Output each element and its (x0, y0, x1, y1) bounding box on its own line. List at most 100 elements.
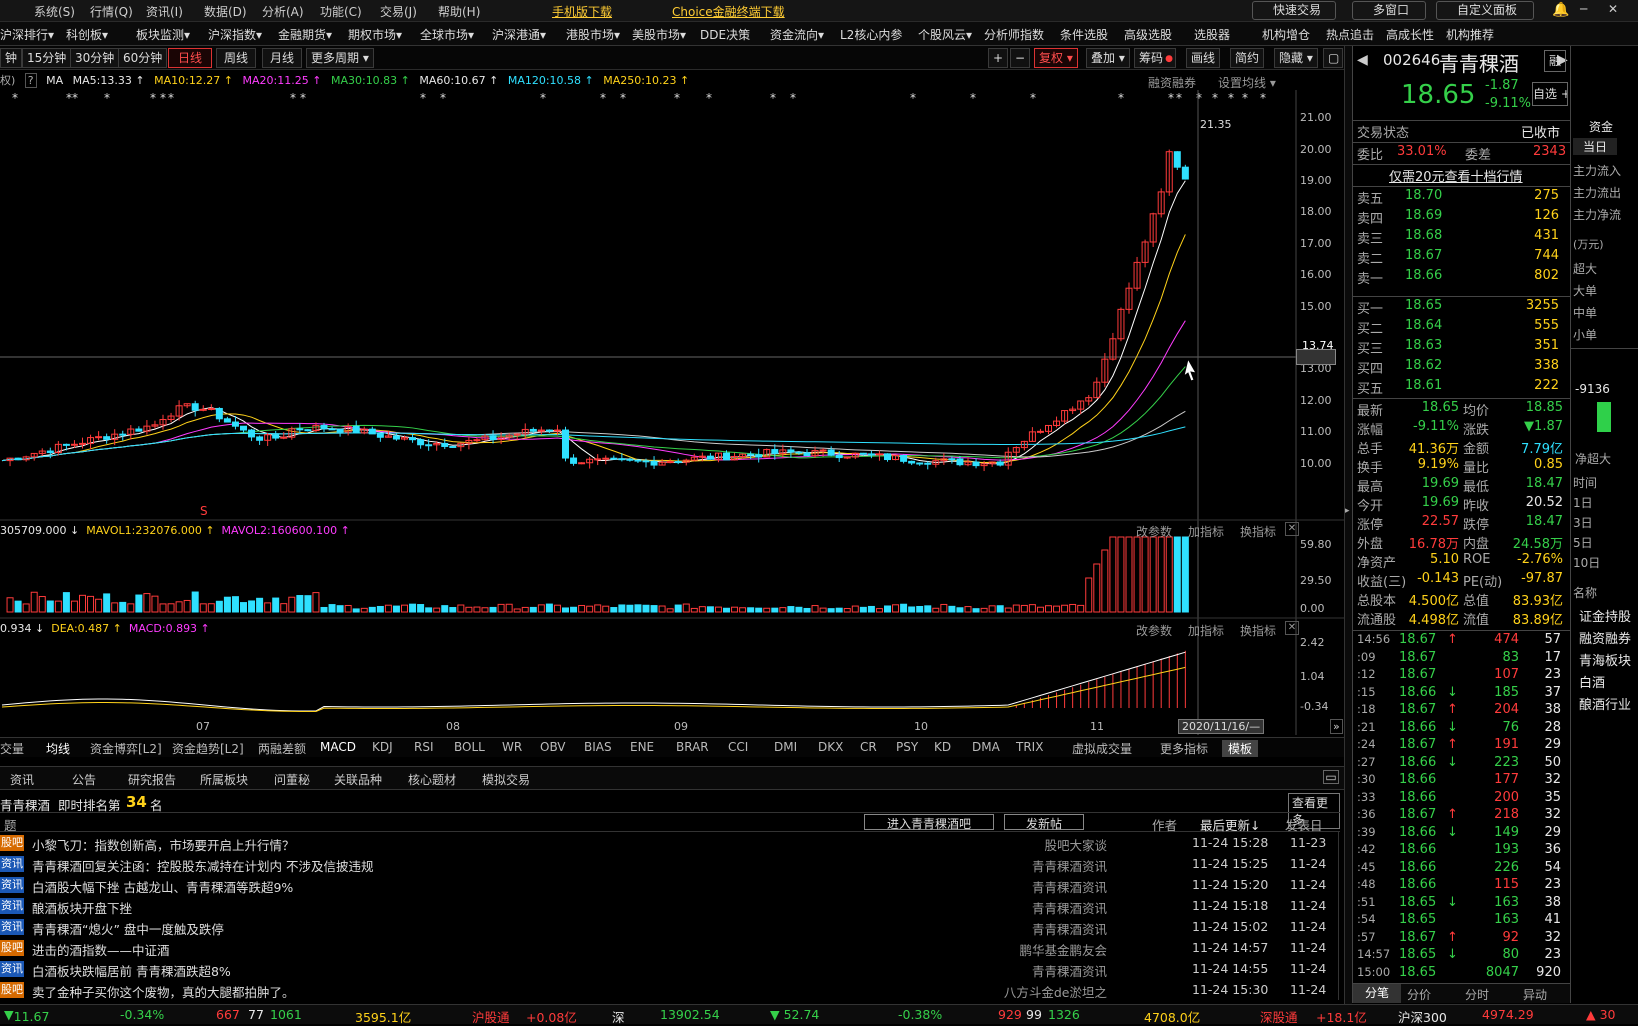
prev-stock-icon[interactable]: ◀ (1357, 52, 1368, 68)
indicator-tab[interactable]: MACD (320, 740, 356, 754)
nav-item[interactable]: 科创板▾ (66, 26, 108, 43)
nav-item[interactable]: 机构增仓 (1262, 26, 1310, 43)
add-watchlist-button[interactable]: 自选 + (1532, 82, 1568, 106)
menu-data[interactable]: 数据(D) (204, 3, 247, 20)
mobile-download-link[interactable]: 手机版下载 (552, 3, 612, 20)
sector-item[interactable]: 酿酒行业 (1579, 694, 1631, 713)
menu-function[interactable]: 功能(C) (320, 3, 362, 20)
sector-item[interactable]: 证金持股 (1579, 606, 1631, 625)
indicator-tab[interactable]: WR (502, 740, 522, 754)
nav-item[interactable]: 条件选股 (1060, 26, 1108, 43)
news-row[interactable]: 股吧 卖了金种子买你这个废物，真的大腿都拍肿了。 八方斗金de淤坦之 11-24 15… (0, 980, 1335, 1001)
ten-level-link[interactable]: 仅需20元查看十档行情 (1389, 166, 1523, 185)
nav-item[interactable]: 个股风云▾ (918, 26, 972, 43)
indicator-tab[interactable]: ENE (630, 740, 654, 754)
indicator-tab[interactable]: PSY (896, 740, 918, 754)
news-title[interactable]: 小黎飞刀：指数创新高，市场要开启上升行情？ (32, 835, 295, 854)
col-author[interactable]: 作者 (1152, 815, 1177, 834)
news-row[interactable]: 资讯 青青稞酒“熄火” 盘中一度触及跌停 青青稞酒资讯 11-24 15:02 11-2… (0, 917, 1335, 938)
news-title[interactable]: 进击的酒指数——中证酒 (32, 940, 170, 959)
menu-help[interactable]: 帮助(H) (438, 3, 480, 20)
choice-download-link[interactable]: Choice金融终端下载 (672, 3, 785, 20)
indicator-tab[interactable]: 虚拟成交量 (1072, 740, 1132, 757)
info-tab[interactable]: 核心题材 (408, 771, 456, 788)
indicator-tab[interactable]: 资金趋势[L2] (172, 740, 244, 757)
draw-line-button[interactable]: 画线 (1186, 48, 1221, 68)
indicator-tab[interactable]: 更多指标 (1160, 740, 1208, 757)
news-row[interactable]: 资讯 白酒股大幅下挫 古越龙山、青青稞酒等跌超9% 青青稞酒资讯 11-24 15:2… (0, 875, 1335, 896)
overlay-button[interactable]: 叠加 ▾ (1086, 48, 1130, 68)
news-row[interactable]: 资讯 酿酒板块开盘下挫 青青稞酒资讯 11-24 15:18 11-24 (0, 896, 1335, 917)
menu-quote[interactable]: 行情(Q) (90, 3, 133, 20)
news-row[interactable]: 资讯 白酒板块跌幅居前 青青稞酒跌超8% 青青稞酒资讯 11-24 14:55 11-2… (0, 959, 1335, 980)
close-icon[interactable]: ✕ (1608, 2, 1618, 16)
collapse-arrow-icon[interactable]: ▸ (1345, 506, 1350, 516)
hide-button[interactable]: 隐藏 ▾ (1274, 48, 1318, 68)
quick-trade-button[interactable]: 快速交易 (1252, 1, 1336, 20)
indicator-tab[interactable]: DKX (818, 740, 843, 754)
indicator-tab[interactable]: RSI (414, 740, 434, 754)
menu-analysis[interactable]: 分析(A) (262, 3, 304, 20)
info-tab[interactable]: 所属板块 (200, 771, 248, 788)
nav-item[interactable]: 期权市场▾ (348, 26, 402, 43)
chips-button[interactable]: 筹码 ● (1134, 48, 1177, 68)
nav-item[interactable]: 分析师指数 (984, 26, 1044, 43)
news-title[interactable]: 白酒板块跌幅居前 青青稞酒跌超8% (32, 961, 231, 980)
nav-item[interactable]: 沪深港通▾ (492, 26, 546, 43)
nav-item[interactable]: 全球市场▾ (420, 26, 474, 43)
scroll-right-icon[interactable]: » (1330, 719, 1343, 734)
custom-panel-button[interactable]: 自定义面板 (1436, 1, 1534, 20)
indicator-tab[interactable]: BRAR (676, 740, 709, 754)
nav-item[interactable]: 金融期货▾ (278, 26, 332, 43)
tab-fenjia[interactable]: 分价 (1407, 986, 1431, 1003)
indicator-tab[interactable]: 交量 (0, 740, 24, 757)
indicator-tab[interactable]: KDJ (372, 740, 393, 754)
col-last-update[interactable]: 最后更新↓ (1200, 815, 1260, 834)
margin-badge[interactable]: 融 (1544, 50, 1566, 72)
menu-trade[interactable]: 交易(J) (380, 3, 417, 20)
menu-system[interactable]: 系统(S) (34, 3, 75, 20)
info-tab[interactable]: 公告 (72, 771, 96, 788)
indicator-tab[interactable]: 两融差额 (258, 740, 306, 757)
nav-item[interactable]: 选股器 (1194, 26, 1230, 43)
menu-info[interactable]: 资讯(I) (146, 3, 183, 20)
restore-rights-button[interactable]: 复权 ▾ (1034, 48, 1078, 68)
nav-item[interactable]: 资金流向▾ (770, 26, 824, 43)
news-title[interactable]: 白酒股大幅下挫 古越龙山、青青稞酒等跌超9% (32, 877, 293, 896)
minimize-icon[interactable]: ─ (1580, 2, 1587, 16)
multi-window-button[interactable]: 多窗口 (1352, 1, 1426, 20)
simple-button[interactable]: 简约 (1230, 48, 1265, 68)
nav-item[interactable]: 板块监测▾ (136, 26, 190, 43)
tab-fund[interactable]: 资金 (1589, 118, 1613, 135)
indicator-tab[interactable]: 资金博弈[L2] (90, 740, 162, 757)
news-title[interactable]: 卖了金种子买你这个废物，真的大腿都拍肿了。 (32, 982, 295, 1001)
panel-splitter[interactable]: ▸ (1344, 46, 1352, 1004)
news-row[interactable]: 股吧 小黎飞刀：指数创新高，市场要开启上升行情？ 股吧大家谈 11-24 15:28 1… (0, 833, 1335, 854)
vol-add-indicator-button[interactable]: 加指标 (1188, 523, 1224, 540)
macd-close-icon[interactable]: ✕ (1285, 621, 1299, 635)
indicator-tab[interactable]: CR (860, 740, 877, 754)
news-title[interactable]: 酿酒板块开盘下挫 (32, 898, 132, 917)
news-row[interactable]: 资讯 青青稞酒回复关注函：控股股东减持在计划内 不涉及信披违规 青青稞酒资讯 11-2… (0, 854, 1335, 875)
indicator-tab[interactable]: KD (934, 740, 951, 754)
help-icon[interactable]: ? (24, 73, 37, 88)
tab-today[interactable]: 当日 (1573, 138, 1618, 155)
info-tab[interactable]: 模拟交易 (482, 771, 530, 788)
nav-item[interactable]: 高级选股 (1124, 26, 1172, 43)
indicator-tab[interactable]: TRIX (1016, 740, 1043, 754)
macd-swap-indicator-button[interactable]: 换指标 (1240, 622, 1276, 639)
tab-yidong[interactable]: 异动 (1523, 986, 1547, 1003)
enter-bar-button[interactable]: 进入青青稞酒吧 (864, 814, 994, 831)
tab-fenshi[interactable]: 分时 (1465, 986, 1489, 1003)
indicator-tab[interactable]: BIAS (584, 740, 612, 754)
period-60min[interactable]: 60分钟 (118, 48, 168, 68)
nav-item[interactable]: 沪深指数▾ (208, 26, 262, 43)
maximize-icon[interactable]: ▭ (1323, 770, 1339, 784)
macd-add-indicator-button[interactable]: 加指标 (1188, 622, 1224, 639)
nav-item[interactable]: 高成长性 (1386, 26, 1434, 43)
sector-item[interactable]: 青海板块 (1579, 650, 1631, 669)
info-tab[interactable]: 关联品种 (334, 771, 382, 788)
indicator-tab[interactable]: DMI (774, 740, 797, 754)
indicator-tab[interactable]: 均线 (46, 740, 70, 757)
news-title[interactable]: 青青稞酒“熄火” 盘中一度触及跌停 (32, 919, 224, 938)
